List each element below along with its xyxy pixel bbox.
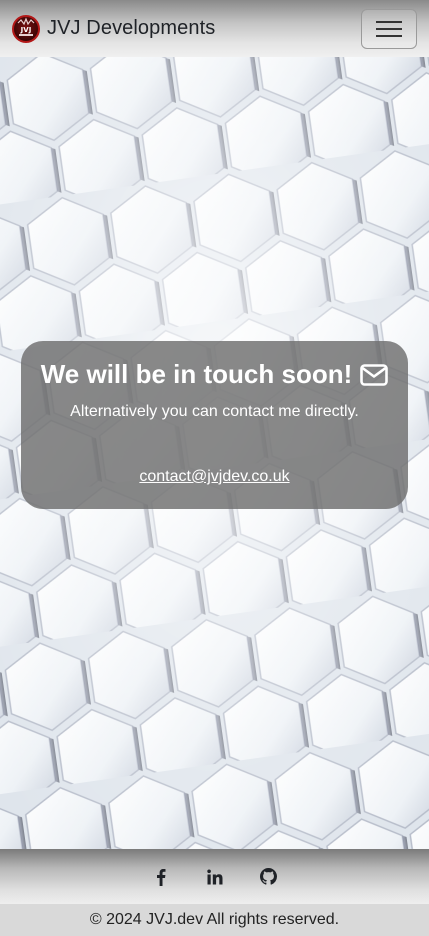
brand-logo: JVJ <box>12 14 40 43</box>
navbar-toggle-button[interactable] <box>361 9 417 49</box>
contact-email-link[interactable]: contact@jvjdev.co.uk <box>21 468 408 486</box>
card-title-text: We will be in touch soon! <box>40 359 353 389</box>
brand-name: JVJ Developments <box>47 17 216 39</box>
facebook-icon[interactable] <box>151 867 171 887</box>
github-icon[interactable] <box>259 867 279 887</box>
footer-social-bar <box>0 849 429 904</box>
hero-section: We will be in touch soon! Alternatively … <box>0 57 429 849</box>
envelope-icon <box>360 363 389 386</box>
copyright-text: © 2024 JVJ.dev All rights reserved. <box>89 911 340 928</box>
card-title: We will be in touch soon! <box>21 359 408 390</box>
brand-link[interactable]: JVJ JVJ Developments <box>12 14 216 43</box>
contact-card: We will be in touch soon! Alternatively … <box>21 341 408 509</box>
card-subtitle: Alternatively you can contact me directl… <box>70 403 359 420</box>
svg-text:JVJ: JVJ <box>20 26 32 34</box>
footer-copyright: © 2024 JVJ.dev All rights reserved. <box>0 904 429 936</box>
linkedin-icon[interactable] <box>205 867 225 887</box>
navbar: JVJ JVJ Developments <box>0 0 429 57</box>
hamburger-menu-icon <box>376 21 402 37</box>
